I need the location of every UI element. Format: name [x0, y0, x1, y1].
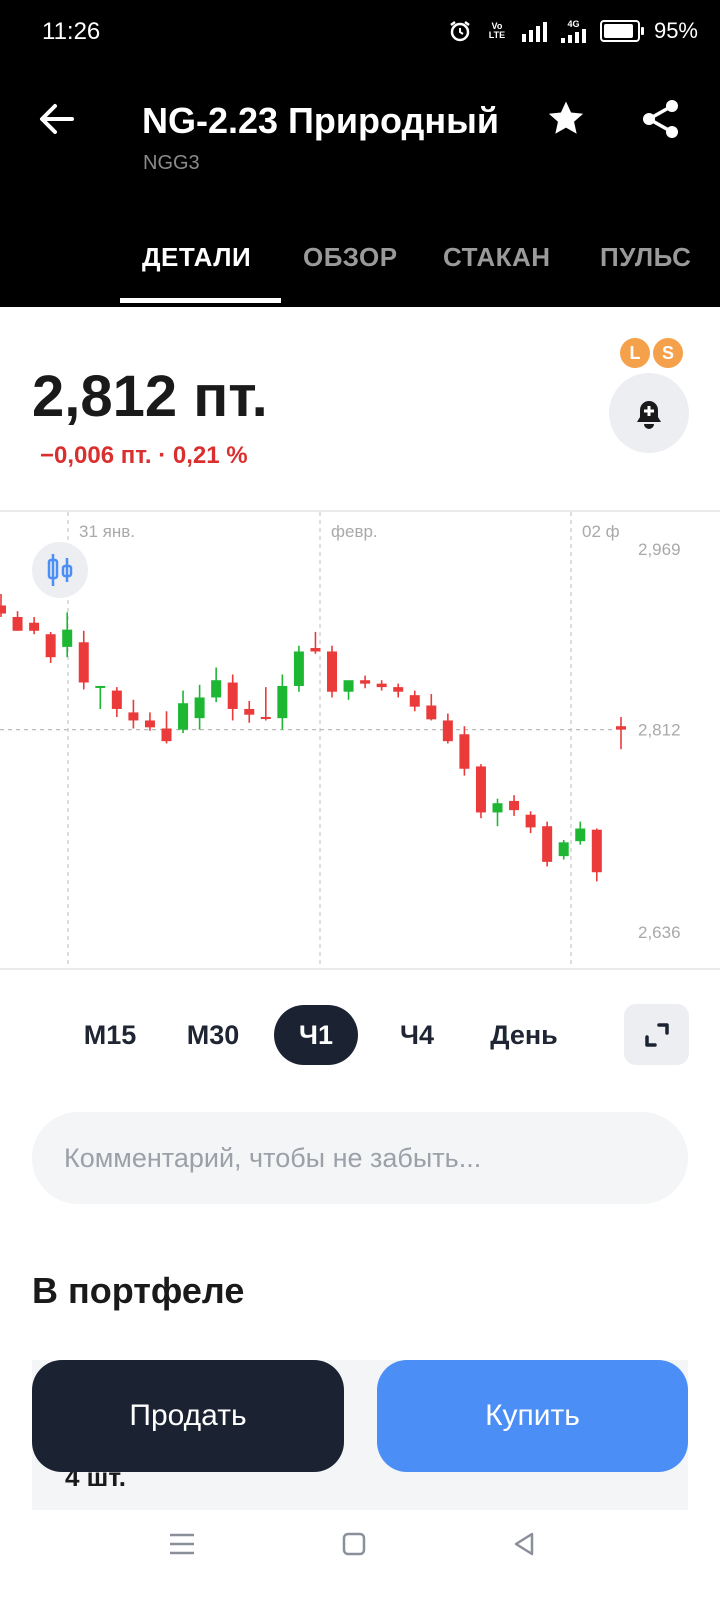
volte-indicator: Vo LTE: [488, 21, 506, 40]
comment-input[interactable]: Комментарий, чтобы не забыть...: [32, 1112, 688, 1204]
candle: [62, 612, 73, 658]
signal-icon: [521, 20, 547, 42]
timeframe-h1[interactable]: Ч1: [274, 1005, 358, 1065]
candle: [293, 645, 304, 692]
current-price: 2,812 пт.: [32, 364, 268, 429]
candle: [260, 687, 271, 721]
candle: [78, 630, 89, 690]
candle: [178, 690, 189, 734]
timeframe-day[interactable]: День: [474, 1005, 574, 1065]
home-icon[interactable]: [340, 1530, 368, 1558]
back-button[interactable]: [38, 100, 76, 138]
status-icons: Vo LTE 4G 95%: [448, 18, 698, 44]
battery-percent: 95%: [653, 18, 698, 43]
tab-pulse[interactable]: ПУЛЬС: [600, 242, 691, 273]
candle: [426, 694, 437, 721]
price-chart[interactable]: 31 янв. февр. 02 ф 2,969 2,812 2,636: [0, 510, 720, 970]
arrow-left-icon: [40, 104, 74, 134]
x-axis-label: 31 янв.: [79, 522, 135, 541]
y-axis-label: 2,636: [638, 923, 681, 942]
timeframe-m15[interactable]: M15: [60, 1005, 160, 1065]
candle: [591, 828, 602, 882]
candle: [310, 631, 321, 654]
candle: [144, 712, 155, 731]
price-alert-button[interactable]: [609, 373, 689, 453]
network-indicator: 4G: [560, 19, 586, 43]
star-icon: [548, 101, 584, 134]
candle: [393, 683, 404, 698]
candle: [442, 713, 453, 744]
active-tab-indicator: [120, 298, 281, 303]
y-axis-label: 2,969: [638, 540, 681, 559]
candle: [376, 680, 387, 691]
tab-overview[interactable]: ОБЗОР: [303, 242, 398, 273]
candle: [277, 674, 288, 730]
x-axis-label: февр.: [331, 522, 378, 541]
candle: [459, 726, 470, 776]
sell-button[interactable]: Продать: [32, 1360, 344, 1472]
fullscreen-button[interactable]: [624, 1004, 689, 1065]
comment-placeholder: Комментарий, чтобы не забыть...: [64, 1142, 482, 1173]
candle: [327, 645, 337, 698]
candle: [161, 711, 172, 744]
price-change: −0,006 пт. · 0,21 %: [40, 442, 248, 469]
share-icon: [643, 100, 678, 138]
candle: [211, 667, 222, 703]
candle: [244, 700, 255, 723]
candle: [128, 699, 139, 729]
app-header: 11:26 Vo LTE 4G 95% NG-2.23 Природный NG…: [0, 0, 720, 307]
system-nav-bar: [0, 1510, 720, 1600]
long-badge: L: [620, 338, 650, 368]
candle: [475, 764, 486, 819]
share-button[interactable]: [640, 98, 682, 140]
alarm-icon: [450, 21, 470, 42]
ticker-symbol: NGG3: [143, 152, 200, 174]
candle: [95, 685, 106, 709]
candle: [575, 821, 586, 845]
candle: [45, 631, 56, 663]
candle: [409, 690, 420, 712]
candle: [111, 687, 122, 718]
bell-plus-icon: [637, 401, 661, 429]
short-badge: S: [653, 338, 683, 368]
chart-type-button[interactable]: [32, 542, 88, 598]
battery-icon: [599, 20, 644, 42]
favorite-button[interactable]: [545, 98, 587, 140]
candle: [12, 611, 23, 631]
y-axis-label: 2,812: [638, 721, 681, 740]
expand-icon: [644, 1022, 669, 1047]
candle: [343, 680, 354, 700]
x-axis-label: 02 ф: [582, 522, 620, 541]
tab-order-book[interactable]: СТАКАН: [443, 242, 551, 273]
signal-icon-2: [560, 28, 586, 43]
menu-icon[interactable]: [168, 1530, 196, 1558]
candle: [558, 840, 569, 860]
candle: [227, 674, 238, 721]
status-time: 11:26: [42, 18, 101, 45]
portfolio-title: В портфеле: [32, 1270, 245, 1311]
tab-bar: ДЕТАЛИ ОБЗОР СТАКАН ПУЛЬС: [0, 240, 720, 307]
candle: [194, 684, 205, 730]
candle: [616, 717, 626, 750]
tab-details[interactable]: ДЕТАЛИ: [142, 242, 251, 273]
candle: [509, 795, 520, 816]
candle: [525, 811, 536, 834]
page-title: NG-2.23 Природный: [142, 100, 500, 141]
candle: [360, 675, 371, 689]
timeframe-h4[interactable]: Ч4: [370, 1005, 464, 1065]
candle: [542, 821, 553, 867]
candle: [29, 616, 40, 635]
buy-button[interactable]: Купить: [377, 1360, 688, 1472]
candle: [492, 798, 503, 827]
candle: [0, 593, 6, 617]
back-nav-icon[interactable]: [510, 1530, 538, 1558]
timeframe-m30[interactable]: M30: [163, 1005, 263, 1065]
